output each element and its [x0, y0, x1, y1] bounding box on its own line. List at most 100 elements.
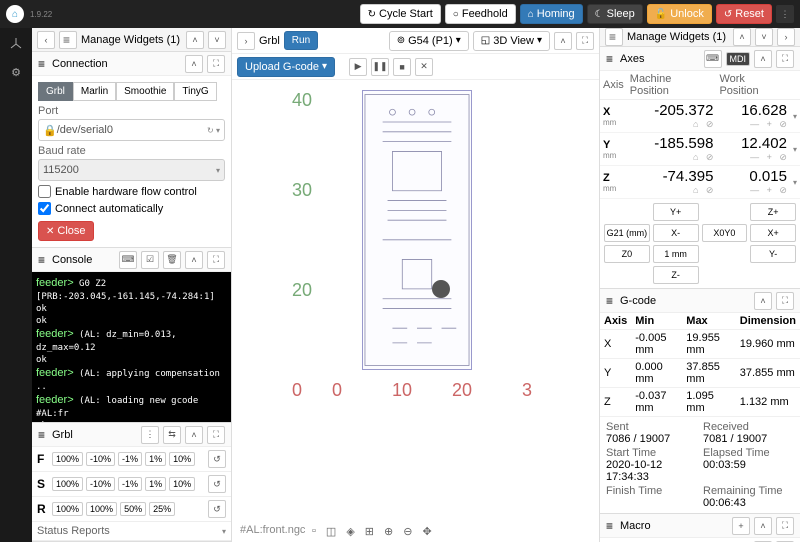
override-button[interactable]: -10%: [86, 452, 115, 466]
drag-icon[interactable]: [38, 428, 48, 442]
auto-connect-checkbox[interactable]: Connect automatically: [38, 202, 225, 215]
homing-button[interactable]: ⌂ Homing: [520, 4, 583, 24]
jog-button[interactable]: 1 mm: [653, 245, 699, 263]
keypad-icon[interactable]: ⌨: [704, 50, 722, 68]
override-button[interactable]: 100%: [86, 502, 117, 516]
revert-icon[interactable]: ↺: [208, 500, 226, 518]
close-button[interactable]: ✕ Close: [38, 221, 94, 241]
fullscreen-icon[interactable]: ⛶: [207, 55, 225, 73]
override-button[interactable]: 10%: [169, 477, 195, 491]
upload-gcode-button[interactable]: Upload G-code ▾: [237, 57, 335, 77]
toggle-icon[interactable]: ⇆: [163, 426, 181, 444]
more-icon[interactable]: ⋮: [141, 426, 159, 444]
override-button[interactable]: -1%: [118, 452, 142, 466]
pause-icon[interactable]: ❚❚: [371, 58, 389, 76]
fullscreen-icon[interactable]: ⛶: [776, 292, 794, 310]
menu-icon[interactable]: ⋮: [776, 5, 794, 23]
chevron-up-icon[interactable]: ˄: [186, 31, 204, 49]
close-icon[interactable]: ✕: [415, 58, 433, 76]
jog-button[interactable]: Y+: [653, 203, 699, 221]
jog-button[interactable]: Z+: [750, 203, 796, 221]
manage-widgets-left[interactable]: Manage Widgets (1): [81, 34, 182, 46]
tab-grbl[interactable]: Grbl: [38, 82, 73, 101]
chevron-down-icon[interactable]: ˅: [208, 31, 226, 49]
jog-button[interactable]: X0Y0: [702, 224, 748, 242]
jog-button[interactable]: X+: [750, 224, 796, 242]
revert-icon[interactable]: ↺: [208, 450, 226, 468]
jog-button[interactable]: Z0: [604, 245, 650, 263]
view-select[interactable]: ◱ 3D View ▾: [473, 31, 550, 51]
chevron-up-icon[interactable]: ˄: [733, 28, 751, 46]
drag-icon[interactable]: [606, 294, 616, 308]
sleep-button[interactable]: ☾ Sleep: [587, 4, 643, 24]
collapse-icon[interactable]: ˄: [754, 50, 772, 68]
collapse-icon[interactable]: ˄: [754, 517, 772, 535]
fullscreen-icon[interactable]: ⛶: [776, 50, 794, 68]
wcs-select[interactable]: ⊚ G54 (P1) ▾: [389, 31, 469, 51]
jog-button[interactable]: Z-: [653, 266, 699, 284]
trash-icon[interactable]: 🗑: [163, 251, 181, 269]
manage-widgets-right[interactable]: Manage Widgets (1): [627, 31, 729, 43]
override-button[interactable]: 25%: [149, 502, 175, 516]
axis-menu-icon[interactable]: ▾: [793, 178, 797, 187]
viz-tool-icon[interactable]: ⊕: [384, 525, 393, 538]
override-button[interactable]: -10%: [86, 477, 115, 491]
expand-left-icon[interactable]: ›: [237, 32, 255, 50]
fullscreen-icon[interactable]: ⛶: [207, 426, 225, 444]
collapse-icon[interactable]: ˄: [185, 251, 203, 269]
axis-menu-icon[interactable]: ▾: [793, 145, 797, 154]
viz-tool-icon[interactable]: ◈: [346, 525, 354, 538]
gears-icon[interactable]: ⚙: [6, 62, 26, 82]
viz-tool-icon[interactable]: ◫: [326, 525, 336, 538]
tab-tinyg[interactable]: TinyG: [174, 82, 216, 101]
override-button[interactable]: 1%: [145, 452, 166, 466]
xyz-icon[interactable]: [6, 34, 26, 54]
tab-smoothie[interactable]: Smoothie: [116, 82, 174, 101]
stop-icon[interactable]: ■: [393, 58, 411, 76]
viz-tool-icon[interactable]: ▫: [312, 525, 316, 538]
reset-button[interactable]: ↺ Reset: [716, 4, 772, 24]
baud-select[interactable]: 115200▾: [38, 159, 225, 181]
tab-marlin[interactable]: Marlin: [73, 82, 116, 101]
collapse-icon[interactable]: ˄: [185, 55, 203, 73]
viz-tool-icon[interactable]: ⊞: [365, 525, 374, 538]
hw-flow-checkbox[interactable]: Enable hardware flow control: [38, 185, 225, 198]
chevron-down-icon[interactable]: ˅: [755, 28, 773, 46]
drag-icon[interactable]: [606, 52, 616, 66]
mdi-button[interactable]: MDI: [726, 52, 751, 66]
collapse-icon[interactable]: ˄: [754, 292, 772, 310]
select-all-icon[interactable]: ☑: [141, 251, 159, 269]
jog-button[interactable]: G21 (mm): [604, 224, 650, 242]
hamburger-icon[interactable]: [59, 31, 77, 49]
fullscreen-icon[interactable]: ⛶: [576, 32, 594, 50]
drag-icon[interactable]: [38, 253, 48, 267]
unlock-button[interactable]: 🔓 Unlock: [647, 4, 712, 24]
viz-tool-icon[interactable]: ✥: [422, 525, 431, 538]
visualizer[interactable]: 40 30 20 0 0 10 20 3 #AL:front.ngc ▫ ◫ ◈…: [232, 80, 599, 542]
jog-button[interactable]: X-: [653, 224, 699, 242]
fullscreen-icon[interactable]: ⛶: [776, 517, 794, 535]
hamburger-icon[interactable]: [605, 28, 623, 46]
play-icon[interactable]: ▶: [349, 58, 367, 76]
collapse-left-icon[interactable]: ‹: [37, 31, 55, 49]
expand-right-icon[interactable]: ›: [777, 28, 795, 46]
override-button[interactable]: -1%: [118, 477, 142, 491]
revert-icon[interactable]: ↺: [208, 475, 226, 493]
keyboard-icon[interactable]: ⌨: [119, 251, 137, 269]
port-select[interactable]: 🔒 /dev/serial0↻ ▾: [38, 119, 225, 141]
viz-tool-icon[interactable]: ⊖: [403, 525, 412, 538]
status-reports-label[interactable]: Status Reports: [37, 525, 110, 537]
override-button[interactable]: 50%: [120, 502, 146, 516]
cycle-start-button[interactable]: ↻ Cycle Start: [360, 4, 441, 24]
override-button[interactable]: 10%: [169, 452, 195, 466]
axis-menu-icon[interactable]: ▾: [793, 112, 797, 121]
drag-icon[interactable]: [606, 519, 616, 533]
fullscreen-icon[interactable]: ⛶: [207, 251, 225, 269]
add-icon[interactable]: +: [732, 517, 750, 535]
collapse-icon[interactable]: ˄: [185, 426, 203, 444]
jog-button[interactable]: Y-: [750, 245, 796, 263]
override-button[interactable]: 1%: [145, 477, 166, 491]
drag-icon[interactable]: [38, 57, 48, 71]
collapse-icon[interactable]: ˄: [554, 32, 572, 50]
feedhold-button[interactable]: ○ Feedhold: [445, 4, 516, 24]
